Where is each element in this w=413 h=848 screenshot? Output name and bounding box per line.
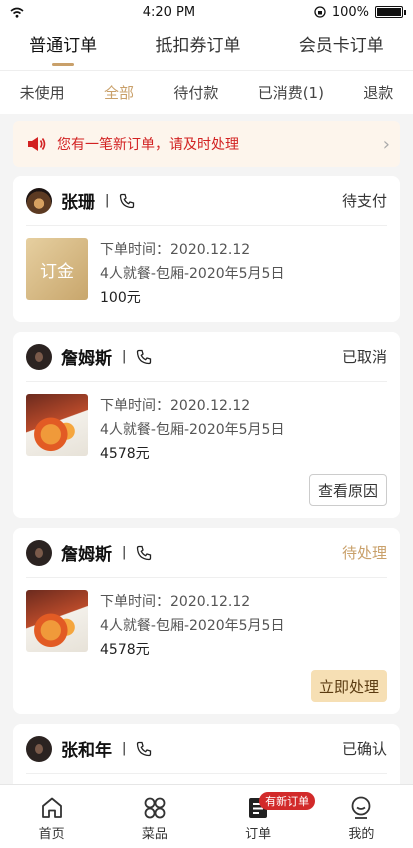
phone-icon[interactable] — [136, 741, 152, 757]
order-detail: 4人就餐-包厢-2020年5月5日 — [100, 266, 285, 282]
order-price: 4578元 — [100, 446, 150, 462]
order-price: 4578元 — [100, 642, 150, 658]
tab-coupon-orders[interactable]: 抵扣券订单 — [155, 24, 240, 70]
bottom-nav: 首页 菜品 订单 有新订单 我的 — [0, 784, 413, 848]
customer-name: 张珊 — [61, 193, 95, 213]
chevron-right-icon: › — [382, 133, 390, 155]
subtab-consumed[interactable]: 已消费(1) — [258, 82, 324, 103]
nav-home-label: 首页 — [38, 827, 65, 842]
order-card-header: 詹姆斯 | 已取消 — [26, 332, 387, 382]
phone-icon[interactable] — [136, 545, 152, 561]
notice-message: 您有一笔新订单，请及时处理 — [57, 137, 239, 153]
customer-name: 张和年 — [61, 741, 112, 761]
order-status: 待处理 — [341, 544, 387, 562]
profile-icon — [351, 796, 371, 819]
deposit-thumbnail: 订金 — [26, 238, 88, 300]
view-reason-button[interactable]: 查看原因 — [308, 474, 387, 506]
order-status: 待支付 — [341, 192, 387, 210]
order-type-tabs: 普通订单 抵扣券订单 会员卡订单 — [0, 24, 413, 70]
order-time: 下单时间：2020.12.12 — [100, 398, 251, 414]
dish-thumbnail — [26, 394, 88, 456]
divider: | — [122, 741, 127, 756]
order-detail: 4人就餐-包厢-2020年5月5日 — [100, 618, 285, 634]
avatar — [26, 343, 52, 370]
nav-profile-label: 我的 — [348, 827, 375, 842]
order-info: 下单时间：2020.12.12 4人就餐-包厢-2020年5月5日 4578元 — [100, 394, 284, 466]
divider: | — [105, 193, 110, 208]
orientation-lock-icon — [314, 6, 326, 18]
nav-dishes[interactable]: 菜品 — [103, 785, 206, 848]
wifi-icon — [10, 7, 24, 18]
order-list: 张珊 | 待支付 订金 下单时间：2020.12.12 4人就餐-包厢-2020… — [13, 176, 400, 848]
order-card-body: 下单时间：2020.12.12 4人就餐-包厢-2020年5月5日 4578元 — [26, 578, 387, 674]
customer-name: 詹姆斯 — [61, 545, 112, 565]
dish-thumbnail — [26, 590, 88, 652]
nav-home[interactable]: 首页 — [0, 785, 103, 848]
battery-percent: 100% — [331, 4, 369, 20]
order-price: 100元 — [100, 290, 141, 306]
order-detail: 4人就餐-包厢-2020年5月5日 — [100, 422, 285, 438]
order-info: 下单时间：2020.12.12 4人就餐-包厢-2020年5月5日 4578元 — [100, 590, 284, 662]
status-time: 4:20 PM — [142, 4, 196, 20]
divider: | — [122, 349, 127, 364]
dishes-icon — [144, 797, 166, 819]
order-status-tabs: 未使用 全部 待付款 已消费(1) 退款 — [0, 70, 413, 114]
order-status: 已取消 — [341, 348, 387, 366]
customer-name: 詹姆斯 — [61, 349, 112, 369]
nav-orders[interactable]: 订单 有新订单 — [207, 785, 316, 848]
order-time: 下单时间：2020.12.12 — [100, 594, 251, 610]
avatar — [26, 539, 52, 566]
phone-icon[interactable] — [136, 349, 152, 365]
battery-icon — [375, 6, 406, 18]
process-now-button[interactable]: 立即处理 — [310, 670, 387, 702]
status-bar: 4:20 PM 100% — [0, 0, 413, 24]
order-card-header: 张珊 | 待支付 — [26, 176, 387, 226]
divider: | — [122, 545, 127, 560]
nav-dishes-label: 菜品 — [141, 827, 168, 842]
nav-orders-label: 订单 — [245, 827, 272, 842]
order-card-header: 张和年 | 已确认 — [26, 724, 387, 774]
order-card-body: 下单时间：2020.12.12 4人就餐-包厢-2020年5月5日 4578元 — [26, 382, 387, 478]
home-icon — [41, 797, 62, 818]
order-info: 下单时间：2020.12.12 4人就餐-包厢-2020年5月5日 100元 — [100, 238, 284, 310]
speaker-icon — [28, 137, 46, 151]
subtab-refund[interactable]: 退款 — [363, 82, 393, 103]
tab-membership-orders[interactable]: 会员卡订单 — [299, 24, 384, 70]
subtab-all[interactable]: 全部 — [104, 82, 134, 103]
order-card[interactable]: 詹姆斯 | 已取消 下单时间：2020.12.12 4人就餐-包厢-2020年5… — [13, 332, 400, 518]
avatar — [26, 187, 52, 214]
order-status: 已确认 — [341, 740, 387, 758]
avatar — [26, 735, 52, 762]
subtab-pending-payment[interactable]: 待付款 — [173, 82, 218, 103]
new-order-badge: 有新订单 — [259, 792, 316, 810]
order-card-header: 詹姆斯 | 待处理 — [26, 528, 387, 578]
new-order-notice[interactable]: 您有一笔新订单，请及时处理 › — [13, 121, 400, 167]
order-card-body: 订金 下单时间：2020.12.12 4人就餐-包厢-2020年5月5日 100… — [26, 226, 387, 322]
order-time: 下单时间：2020.12.12 — [100, 242, 251, 258]
subtab-unused[interactable]: 未使用 — [20, 82, 65, 103]
order-card[interactable]: 詹姆斯 | 待处理 下单时间：2020.12.12 4人就餐-包厢-2020年5… — [13, 528, 400, 714]
phone-icon[interactable] — [119, 193, 135, 209]
order-card[interactable]: 张珊 | 待支付 订金 下单时间：2020.12.12 4人就餐-包厢-2020… — [13, 176, 400, 322]
nav-profile[interactable]: 我的 — [310, 785, 413, 848]
tab-normal-orders[interactable]: 普通订单 — [29, 24, 97, 70]
